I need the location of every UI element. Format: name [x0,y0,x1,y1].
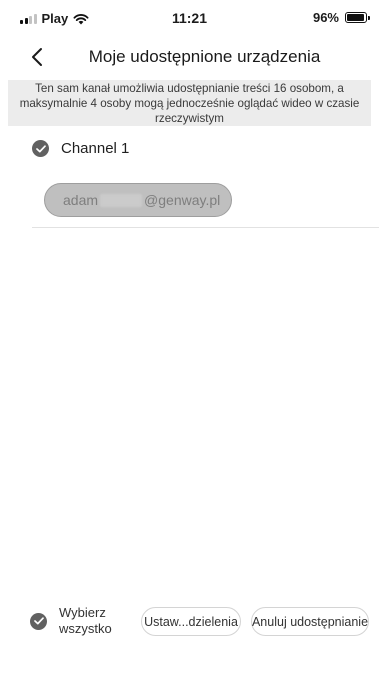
email-prefix: adam [63,192,99,208]
redacted-email-part [100,193,143,207]
select-all-label: Wybierz wszystko [59,605,112,636]
battery-percent: 96% [312,10,339,25]
status-bar: Play 11:21 96% [0,0,379,34]
sharing-settings-button[interactable]: Ustaw...dzielenia [141,607,241,636]
info-banner: Ten sam kanał umożliwia udostępnianie tr… [8,80,371,126]
email-domain: @genway.pl [144,192,221,208]
checkmark-icon[interactable] [32,140,49,157]
chevron-left-icon [32,48,42,66]
shared-user-chip[interactable]: adam @genway.pl [44,183,232,217]
info-banner-text: Ten sam kanał umożliwia udostępnianie tr… [19,81,360,125]
page-title: Moje udostępnione urządzenia [88,47,321,66]
battery-fill [347,14,364,21]
channel-row[interactable]: Channel 1 [32,140,129,157]
back-button[interactable] [26,44,48,70]
battery-icon [345,12,370,23]
bottom-action-bar: Wybierz wszystko Ustaw...dzielenia Anulu… [0,595,379,653]
checkmark-icon[interactable] [30,612,47,630]
status-right: 96% [312,10,370,25]
channel-label: Channel 1 [61,140,130,157]
select-all-toggle[interactable]: Wybierz wszystko [30,605,119,637]
nav-bar: Moje udostępnione urządzenia [0,38,379,78]
cancel-sharing-button[interactable]: Anuluj udostępnianie [251,607,369,636]
divider [32,227,379,228]
